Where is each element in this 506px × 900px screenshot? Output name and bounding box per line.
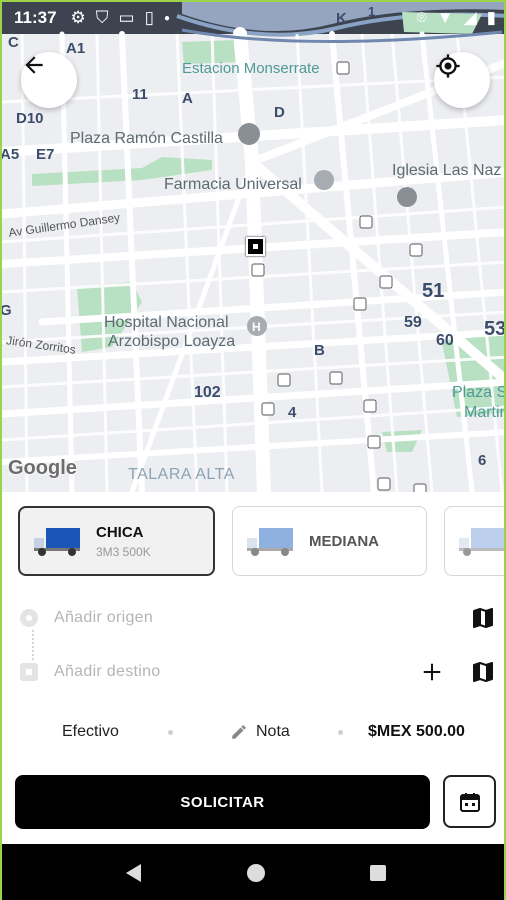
crosshair-icon	[436, 54, 460, 78]
vehicle-capacity: 3M3 500K	[96, 544, 151, 559]
destination-square-icon	[20, 663, 38, 681]
plus-icon[interactable]	[421, 661, 443, 683]
map-label-martin: Martin	[464, 404, 506, 421]
map-block-code: E7	[36, 146, 55, 163]
origin-input[interactable]: Añadir origen	[54, 609, 153, 627]
map-label-iglesia: Iglesia Las Naz	[392, 162, 502, 179]
gear-icon: ⚙	[70, 8, 86, 27]
wifi-icon: ▼	[436, 8, 454, 27]
map-label-talara: TALARA ALTA	[128, 466, 235, 483]
map-block-code: 51	[422, 280, 445, 302]
vehicle-name: MEDIANA	[309, 532, 379, 550]
nav-home-icon[interactable]	[246, 863, 266, 883]
arrow-left-icon	[25, 56, 43, 74]
map-block-code: 6	[478, 452, 487, 469]
map-label-farmacia: Farmacia Universal	[164, 176, 302, 193]
vehicle-name: CHICA	[96, 523, 144, 541]
nav-back-icon[interactable]	[123, 862, 143, 884]
app-frame: H Estacion Monserrate Plaza Ramón Castil…	[0, 0, 506, 900]
nav-recents-icon[interactable]	[369, 864, 387, 882]
map-block-code: D	[274, 104, 285, 121]
truck-icon	[459, 528, 504, 556]
map-label-plaza-s: Plaza S	[452, 384, 506, 401]
calendar-icon	[459, 792, 480, 812]
truck-icon	[34, 528, 80, 556]
map-block-code: 11	[132, 86, 148, 103]
google-attribution-logo: Google	[8, 457, 77, 479]
my-location-button[interactable]	[434, 52, 490, 108]
request-button[interactable]: SOLICITAR	[15, 775, 430, 829]
separator-dot	[338, 729, 343, 735]
note-label: Nota	[256, 723, 290, 740]
back-button[interactable]	[21, 52, 77, 108]
separator-dot	[168, 729, 173, 735]
map-block-code: A1	[66, 40, 86, 57]
android-nav-bar	[2, 844, 504, 900]
status-bar: 11:37 ⚙ ⛉ ▭ ▯ ● ⌾ ▼ ◢ ▮	[2, 2, 504, 34]
map-block-code: 102	[194, 384, 221, 401]
map-label-estacion: Estacion Monserrate	[182, 60, 320, 77]
map-pin-marker[interactable]	[246, 237, 265, 256]
payment-method[interactable]: Efectivo	[62, 723, 119, 741]
destination-row[interactable]: Añadir destino	[20, 652, 495, 692]
origin-row[interactable]: Añadir origen	[20, 598, 495, 638]
map-block-code: 4	[288, 404, 297, 421]
map-block-code: A	[182, 90, 193, 107]
map-block-code: G	[2, 302, 12, 319]
map-label-plaza-castilla: Plaza Ramón Castilla	[70, 130, 223, 147]
status-time: 11:37	[14, 8, 57, 27]
svg-text:H: H	[252, 320, 261, 334]
map-block-code: 60	[436, 332, 454, 349]
vehicle-card-chica[interactable]: CHICA 3M3 500K	[18, 506, 215, 576]
map-label-hospital-line1: Hospital Nacional	[104, 314, 229, 331]
price-value: $MEX 500.00	[368, 723, 465, 740]
schedule-button[interactable]	[443, 775, 496, 828]
shield-icon: ⛉	[95, 8, 109, 27]
map-label-hospital-line2: Arzobispo Loayza	[108, 333, 236, 350]
destination-input[interactable]: Añadir destino	[54, 663, 161, 681]
map-icon[interactable]	[471, 660, 495, 684]
dot-icon: ●	[163, 12, 171, 24]
payment-row: Efectivo Nota $MEX 500.00	[2, 712, 504, 752]
vehicle-card-grande[interactable]	[444, 506, 504, 576]
map-block-code: B	[314, 342, 325, 359]
pencil-icon	[232, 725, 246, 739]
sim-icon: ▯	[144, 8, 154, 27]
map-block-code: C	[8, 34, 19, 51]
vehicle-card-mediana[interactable]: MEDIANA	[232, 506, 427, 576]
truck-icon	[247, 528, 293, 556]
map-icon[interactable]	[471, 606, 495, 630]
note-button[interactable]: Nota	[230, 723, 290, 741]
origin-dot-icon	[20, 609, 38, 627]
battery-icon: ▮	[486, 8, 496, 27]
vehicle-selector: CHICA 3M3 500K MEDIANA	[18, 506, 504, 576]
signal-icon: ◢	[463, 8, 477, 27]
map-block-code: D10	[16, 110, 44, 127]
cast-icon: ▭	[118, 8, 135, 27]
map-block-code: 53	[484, 318, 506, 340]
map-block-code: 59	[404, 314, 422, 331]
map-block-code: A5	[2, 146, 20, 163]
map-view[interactable]: H Estacion Monserrate Plaza Ramón Castil…	[2, 2, 506, 492]
location-icon: ⌾	[416, 8, 427, 27]
